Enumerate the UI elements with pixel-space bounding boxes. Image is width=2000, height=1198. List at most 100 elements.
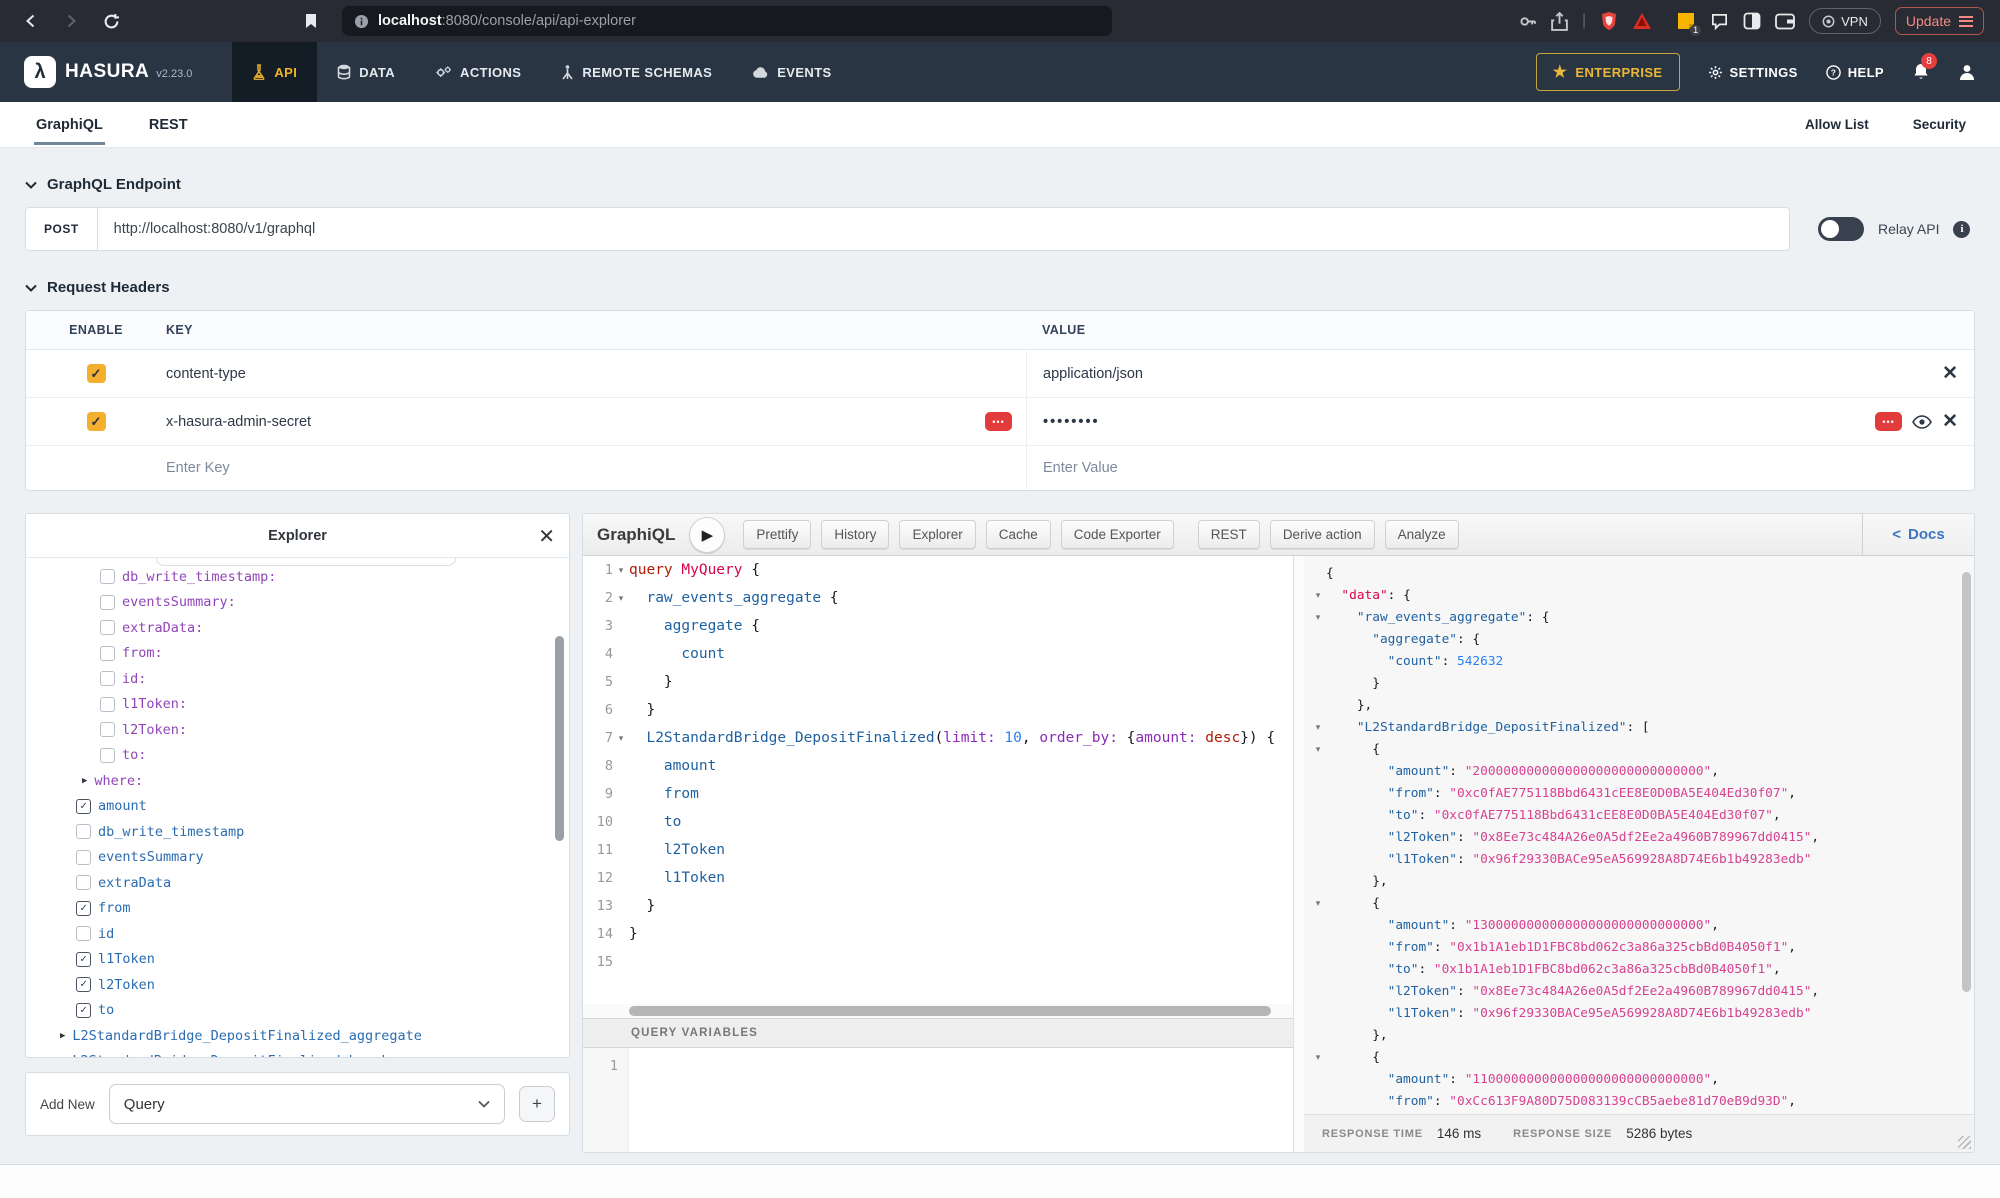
settings-button[interactable]: SETTINGS: [1708, 65, 1798, 80]
resize-handle[interactable]: [1958, 1136, 1971, 1149]
field-checkbox[interactable]: [76, 926, 91, 941]
toolbar-button-rest[interactable]: REST: [1198, 520, 1260, 549]
field-checkbox[interactable]: [76, 875, 91, 890]
relay-info-icon[interactable]: i: [1953, 221, 1970, 238]
header-key[interactable]: x-hasura-admin-secret: [166, 414, 311, 430]
explorer-item-id[interactable]: id: [60, 921, 569, 947]
field-checkbox[interactable]: ✓: [76, 977, 91, 992]
warning-triangle-icon[interactable]: [1632, 12, 1652, 30]
explorer-item-to[interactable]: ✓to: [60, 998, 569, 1024]
notifications-button[interactable]: 8: [1912, 62, 1930, 82]
explorer-close-icon[interactable]: ✕: [538, 524, 555, 549]
explorer-item-id[interactable]: id:: [60, 666, 569, 692]
request-headers-section-header[interactable]: Request Headers: [25, 279, 1975, 296]
field-checkbox[interactable]: ✓: [76, 1003, 91, 1018]
toolbar-button-prettify[interactable]: Prettify: [743, 520, 811, 549]
toolbar-button-history[interactable]: History: [821, 520, 889, 549]
field-checkbox[interactable]: [76, 824, 91, 839]
field-checkbox[interactable]: [100, 646, 115, 661]
hasura-logo[interactable]: λ: [24, 56, 56, 88]
toolbar-button-explorer[interactable]: Explorer: [899, 520, 975, 549]
notes-extension-icon[interactable]: 1: [1676, 11, 1696, 31]
toolbar-button-derive-action[interactable]: Derive action: [1270, 520, 1375, 549]
endpoint-url-input[interactable]: POST http://localhost:8080/v1/graphql: [25, 207, 1790, 251]
explorer-scrollbar[interactable]: [555, 636, 564, 841]
new-header-value-input[interactable]: [1043, 460, 1867, 476]
graphql-endpoint-section-header[interactable]: GraphQL Endpoint: [25, 176, 1975, 193]
field-checkbox[interactable]: [100, 722, 115, 737]
header-value-masked[interactable]: ••••••••: [1043, 414, 1100, 430]
help-button[interactable]: ? HELP: [1826, 65, 1884, 80]
reveal-eye-icon[interactable]: [1912, 415, 1932, 429]
enterprise-button[interactable]: ★ ENTERPRISE: [1536, 53, 1680, 91]
field-checkbox[interactable]: [100, 748, 115, 763]
browser-forward-button[interactable]: [56, 6, 86, 36]
user-icon[interactable]: [1958, 63, 1976, 81]
header-key[interactable]: content-type: [166, 366, 246, 382]
explorer-item-l1token[interactable]: l1Token:: [60, 692, 569, 718]
toolbar-button-code-exporter[interactable]: Code Exporter: [1061, 520, 1174, 549]
fold-arrow-icon[interactable]: ▾: [1310, 744, 1326, 755]
new-header-key-input[interactable]: [166, 460, 940, 476]
query-variables-editor[interactable]: 1: [583, 1048, 1293, 1152]
browser-update-button[interactable]: Update: [1895, 7, 1984, 35]
fold-arrow-icon[interactable]: ▾: [1310, 1052, 1326, 1063]
explorer-item-from[interactable]: ✓from: [60, 896, 569, 922]
site-info-icon[interactable]: [354, 14, 369, 29]
field-checkbox[interactable]: ✓: [76, 901, 91, 916]
relay-api-toggle[interactable]: [1818, 217, 1864, 241]
tab-graphiql[interactable]: GraphiQL: [34, 105, 105, 145]
execute-query-button[interactable]: ▶: [689, 517, 725, 553]
query-editor-pane[interactable]: 1▾query MyQuery {2▾ raw_events_aggregate…: [583, 556, 1294, 1152]
explorer-item-eventssummary[interactable]: eventsSummary:: [60, 590, 569, 616]
explorer-item-to[interactable]: to:: [60, 743, 569, 769]
browser-reload-button[interactable]: [96, 6, 126, 36]
field-checkbox[interactable]: [76, 850, 91, 865]
explorer-item-from[interactable]: from:: [60, 641, 569, 667]
operation-type-select[interactable]: Query: [109, 1084, 505, 1124]
field-checkbox[interactable]: ✓: [76, 952, 91, 967]
field-checkbox[interactable]: [100, 595, 115, 610]
secret-pill-icon[interactable]: •••: [985, 412, 1012, 431]
enable-checkbox[interactable]: ✓: [87, 364, 106, 383]
query-editor[interactable]: 1▾query MyQuery {2▾ raw_events_aggregate…: [583, 556, 1293, 1004]
pane-divider[interactable]: [1294, 556, 1304, 1152]
explorer-item-l2token[interactable]: l2Token:: [60, 717, 569, 743]
fold-arrow-icon[interactable]: ▾: [613, 565, 629, 576]
nav-item-api[interactable]: API: [232, 42, 317, 102]
query-variables-header[interactable]: QUERY VARIABLES: [583, 1018, 1293, 1048]
tab-rest[interactable]: REST: [147, 105, 190, 145]
editor-horizontal-scrollbar[interactable]: [583, 1004, 1293, 1018]
wallet-extension-icon[interactable]: [1775, 13, 1795, 30]
explorer-item-where[interactable]: ▶where:: [60, 768, 569, 794]
fold-arrow-icon[interactable]: ▾: [1310, 612, 1326, 623]
explorer-item-amount[interactable]: ✓amount: [60, 794, 569, 820]
dark-mode-extension-icon[interactable]: [1743, 12, 1761, 30]
url-bar[interactable]: localhost:8080/console/api/api-explorer: [342, 6, 1112, 36]
bookmark-icon[interactable]: [296, 6, 326, 36]
fold-arrow-icon[interactable]: ▾: [613, 593, 629, 604]
vpn-button[interactable]: VPN: [1809, 8, 1881, 34]
nav-item-data[interactable]: DATA: [317, 42, 415, 102]
field-checkbox[interactable]: [100, 671, 115, 686]
browser-back-button[interactable]: [16, 6, 46, 36]
explorer-item-l1token[interactable]: ✓l1Token: [60, 947, 569, 973]
header-value[interactable]: application/json: [1043, 366, 1143, 382]
chat-extension-icon[interactable]: [1710, 12, 1729, 31]
response-scrollbar[interactable]: [1962, 572, 1971, 992]
explorer-item-l2standardbridge_depositfinalized_by_pk[interactable]: ▶L2StandardBridge_DepositFinalized_by_pk: [60, 1049, 569, 1058]
nav-item-actions[interactable]: ACTIONS: [415, 42, 541, 102]
brave-shield-icon[interactable]: [1600, 11, 1618, 31]
fold-arrow-icon[interactable]: ▾: [1310, 722, 1326, 733]
field-checkbox[interactable]: ✓: [76, 799, 91, 814]
nav-item-events[interactable]: EVENTS: [732, 42, 851, 102]
explorer-item-db_write_timestamp[interactable]: db_write_timestamp:: [60, 564, 569, 590]
share-icon[interactable]: [1551, 12, 1568, 31]
explorer-item-db_write_timestamp[interactable]: db_write_timestamp: [60, 819, 569, 845]
security-link[interactable]: Security: [1913, 117, 1966, 132]
explorer-item-extradata[interactable]: extraData: [60, 870, 569, 896]
fold-arrow-icon[interactable]: ▾: [1310, 590, 1326, 601]
field-checkbox[interactable]: [100, 697, 115, 712]
add-operation-button[interactable]: +: [519, 1086, 555, 1122]
fold-arrow-icon[interactable]: ▾: [1310, 898, 1326, 909]
